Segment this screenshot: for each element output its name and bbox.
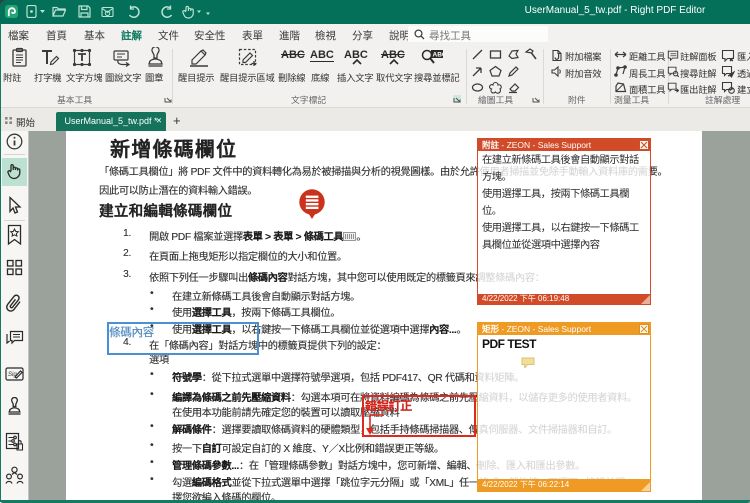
svg-text:ABC: ABC	[433, 52, 445, 59]
